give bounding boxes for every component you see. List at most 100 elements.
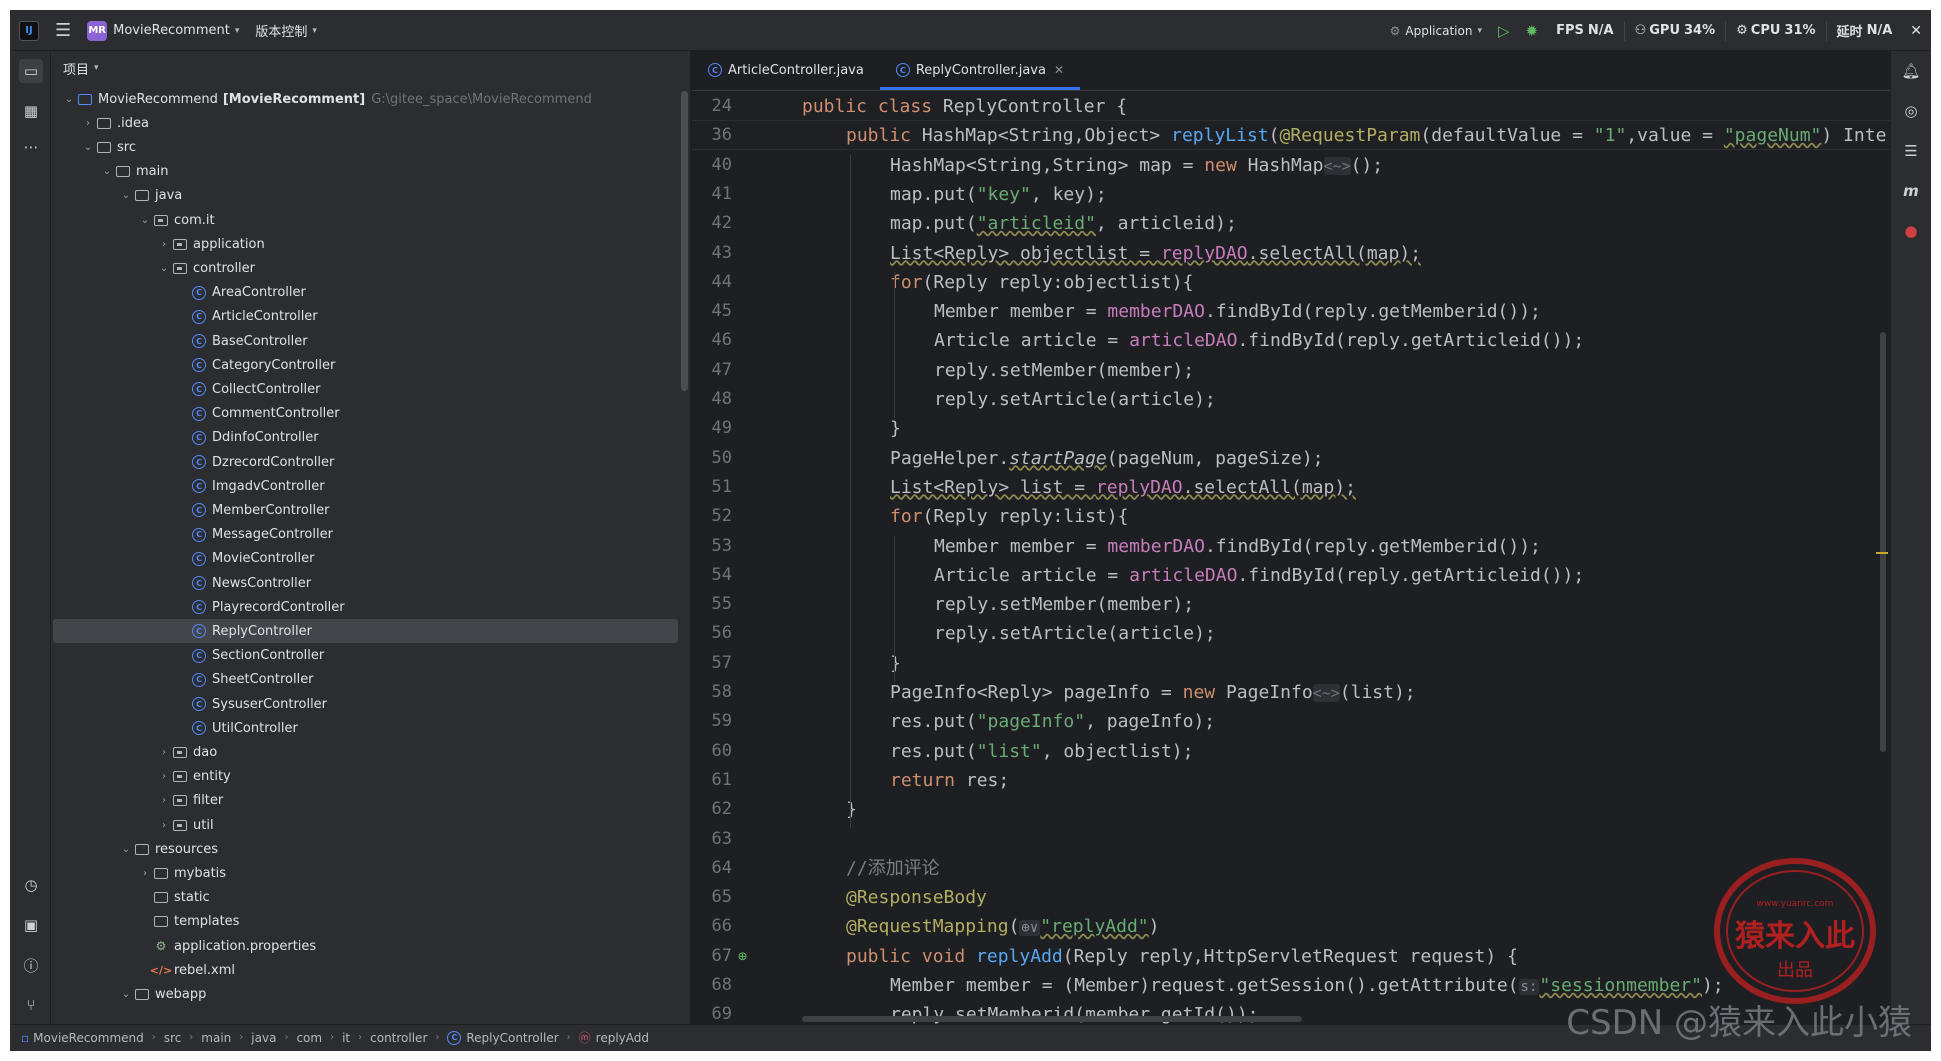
code-line[interactable]: 42 map.put("articleid", articleid); bbox=[692, 209, 1890, 238]
tree-item[interactable]: C DdinfoController bbox=[53, 426, 678, 450]
tree-item[interactable]: ⌄ main bbox=[53, 160, 678, 184]
tree-item[interactable]: C SectionController bbox=[53, 644, 678, 668]
code-line[interactable]: 56 reply.setArticle(article); bbox=[692, 619, 1890, 648]
chevron-down-icon[interactable]: ⌄ bbox=[80, 142, 96, 153]
code-line[interactable]: 55 reply.setMember(member); bbox=[692, 590, 1890, 619]
tree-item[interactable]: › .idea bbox=[53, 111, 678, 135]
breadcrumb-item[interactable]: src › bbox=[164, 1031, 202, 1045]
run-button[interactable]: ▷ bbox=[1490, 11, 1518, 50]
code-line[interactable]: 54 Article article = articleDAO.findById(… bbox=[692, 561, 1890, 590]
breadcrumb-item[interactable]: java › bbox=[251, 1031, 296, 1045]
close-tab-icon[interactable]: ✕ bbox=[1054, 63, 1064, 77]
breadcrumb-item[interactable]: controller › bbox=[370, 1031, 447, 1045]
code-line[interactable]: 49} bbox=[692, 414, 1890, 443]
chevron-right-icon[interactable]: › bbox=[156, 820, 172, 831]
chevron-down-icon[interactable]: ⌄ bbox=[137, 215, 153, 226]
code-line[interactable]: 50 PageHelper.startPage(pageNum, pageSize… bbox=[692, 444, 1890, 473]
chevron-down-icon[interactable]: ⌄ bbox=[156, 263, 172, 274]
error-stripe-marker[interactable] bbox=[1876, 552, 1888, 554]
tree-item[interactable]: </> rebel.xml bbox=[53, 958, 678, 982]
code-line[interactable]: 62} bbox=[692, 795, 1890, 824]
web-endpoint-gutter-icon[interactable]: ⊕ bbox=[738, 942, 747, 971]
code-line[interactable]: 43 List<Reply> objectlist = replyDAO.sele… bbox=[692, 239, 1890, 268]
code-line[interactable]: 40 HashMap<String,String> map = new HashM… bbox=[692, 151, 1890, 180]
code-line[interactable]: 58 PageInfo<Reply> pageInfo = new PageInf… bbox=[692, 678, 1890, 707]
code-line[interactable]: 52 for(Reply reply:list){ bbox=[692, 502, 1890, 531]
tree-item[interactable]: templates bbox=[53, 910, 678, 934]
chevron-right-icon[interactable]: › bbox=[156, 771, 172, 782]
code-line[interactable]: 45 Member member = memberDAO.findById(rep… bbox=[692, 297, 1890, 326]
editor-tab[interactable]: C ReplyController.java ✕ bbox=[879, 50, 1081, 90]
code-line[interactable]: 61 return res; bbox=[692, 766, 1890, 795]
close-window-button[interactable]: ✕ bbox=[1902, 11, 1930, 50]
code-line[interactable]: 36 public HashMap<String,Object> replyLis… bbox=[692, 121, 1890, 151]
tree-item[interactable]: › dao bbox=[53, 740, 678, 764]
breadcrumb-item[interactable]: ▫ MovieRecommend › bbox=[21, 1031, 164, 1045]
breadcrumb-item[interactable]: C ReplyController › bbox=[447, 1030, 578, 1045]
code-line[interactable]: 41 map.put("key", key); bbox=[692, 180, 1890, 209]
editor-tab[interactable]: C ArticleController.java bbox=[692, 50, 880, 90]
tree-item[interactable]: C ReplyController bbox=[53, 619, 678, 644]
tree-item[interactable]: C MessageController bbox=[53, 523, 678, 547]
code-line[interactable]: 44 for(Reply reply:objectlist){ bbox=[692, 268, 1890, 297]
structure-icon[interactable]: ▦ bbox=[19, 99, 43, 123]
code-line[interactable]: 59 res.put("pageInfo", pageInfo); bbox=[692, 707, 1890, 736]
project-selector[interactable]: MR MovieRecomment ▾ bbox=[79, 11, 247, 50]
breadcrumb-item[interactable]: main › bbox=[201, 1031, 251, 1045]
breadcrumb-item[interactable]: it › bbox=[342, 1031, 370, 1045]
chevron-right-icon[interactable]: › bbox=[156, 795, 172, 806]
tree-item[interactable]: › mybatis bbox=[53, 861, 678, 885]
notifications-icon[interactable]: 🔔︎ bbox=[1899, 59, 1923, 83]
terminal-icon[interactable]: ▣ bbox=[19, 913, 43, 937]
tree-item[interactable]: C BaseController bbox=[53, 329, 678, 353]
tree-item[interactable]: C NewsController bbox=[53, 571, 678, 595]
code-line[interactable]: 63 bbox=[692, 825, 1890, 854]
tree-item[interactable]: C MovieController bbox=[53, 547, 678, 571]
app-logo[interactable]: IJ bbox=[11, 11, 47, 50]
tree-item[interactable]: C ImgadvController bbox=[53, 474, 678, 498]
main-menu-button[interactable]: ☰ bbox=[47, 11, 79, 50]
code-line[interactable]: 46 Article article = articleDAO.findById(… bbox=[692, 326, 1890, 355]
code-line[interactable]: 57} bbox=[692, 649, 1890, 678]
chevron-down-icon[interactable]: ⌄ bbox=[118, 989, 134, 1000]
tree-item[interactable]: ⌄ java bbox=[53, 184, 678, 208]
chevron-right-icon[interactable]: › bbox=[156, 747, 172, 758]
database-icon[interactable]: ☰ bbox=[1899, 139, 1923, 163]
ai-assistant-icon[interactable]: ◎ bbox=[1899, 99, 1923, 123]
tree-item[interactable]: ⚙ application.properties bbox=[53, 934, 678, 958]
code-line[interactable]: 24 public class ReplyController { bbox=[692, 92, 1890, 121]
tree-item[interactable]: ⌄ src bbox=[53, 135, 678, 159]
tree-item[interactable]: ⌄ webapp bbox=[53, 982, 678, 1006]
tree-item[interactable]: › entity bbox=[53, 765, 678, 789]
code-line[interactable]: 48 reply.setArticle(article); bbox=[692, 385, 1890, 414]
chevron-down-icon[interactable]: ⌄ bbox=[118, 844, 134, 855]
code-line[interactable]: 47 reply.setMember(member); bbox=[692, 356, 1890, 385]
code-line[interactable]: 60 res.put("list", objectlist); bbox=[692, 737, 1890, 766]
tree-item[interactable]: static bbox=[53, 886, 678, 910]
tree-item[interactable]: ⌄ controller bbox=[53, 256, 678, 280]
tree-item[interactable]: ⌄ resources bbox=[53, 837, 678, 861]
debug-button[interactable]: ✹ bbox=[1518, 11, 1547, 50]
horizontal-scrollbar[interactable] bbox=[802, 1016, 1302, 1022]
tree-item[interactable]: ⌄ MovieRecommend [MovieRecomment] G:\gitee_… bbox=[53, 87, 678, 111]
tree-item[interactable]: › application bbox=[53, 232, 678, 256]
code-line[interactable]: 53 Member member = memberDAO.findById(rep… bbox=[692, 532, 1890, 561]
maven-icon[interactable]: m bbox=[1899, 179, 1923, 203]
tree-item[interactable]: C CommentController bbox=[53, 402, 678, 426]
breadcrumb-item[interactable]: ⓜ replyAdd bbox=[579, 1029, 649, 1046]
vertical-scrollbar[interactable] bbox=[1880, 332, 1886, 752]
tree-item[interactable]: C AreaController bbox=[53, 281, 678, 305]
code-line[interactable]: 51 List<Reply> list = replyDAO.selectAll(… bbox=[692, 473, 1890, 502]
tree-item[interactable]: › filter bbox=[53, 789, 678, 813]
chevron-right-icon[interactable]: › bbox=[80, 118, 96, 129]
tree-item[interactable]: C PlayrecordController bbox=[53, 595, 678, 619]
tree-item[interactable]: C SheetController bbox=[53, 668, 678, 692]
folder-icon[interactable]: ▭ bbox=[19, 59, 43, 83]
plugin-icon[interactable]: ● bbox=[1899, 219, 1923, 243]
breadcrumb-item[interactable]: com › bbox=[296, 1031, 342, 1045]
tree-item[interactable]: C ArticleController bbox=[53, 305, 678, 329]
chevron-right-icon[interactable]: › bbox=[137, 868, 153, 879]
tree-item[interactable]: C SysuserController bbox=[53, 692, 678, 716]
problems-icon[interactable]: ⓘ bbox=[19, 953, 43, 977]
tree-item[interactable]: C UtilController bbox=[53, 716, 678, 740]
